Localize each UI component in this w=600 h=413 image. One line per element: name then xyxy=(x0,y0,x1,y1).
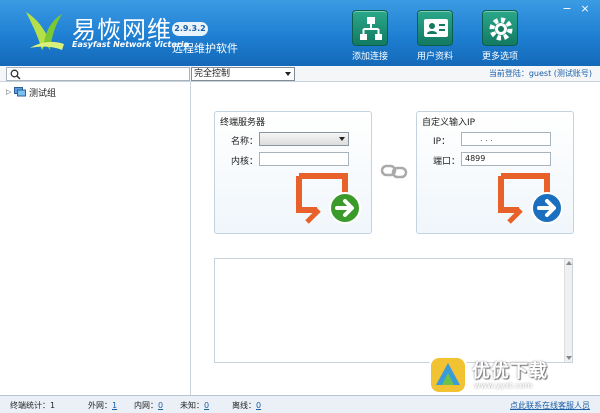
connect-terminal-button[interactable] xyxy=(293,170,367,230)
computer-group-icon xyxy=(14,87,26,97)
connect-custom-ip-button[interactable] xyxy=(495,170,569,230)
offline-count-value[interactable]: 0 xyxy=(256,401,261,410)
ip-address-input[interactable]: . . . xyxy=(461,132,551,146)
control-mode-value: 完全控制 xyxy=(194,69,231,79)
terminal-count-label: 终端统计： xyxy=(10,401,50,410)
custom-ip-panel: 自定义输入IP IP： . . . 端口： 4899 xyxy=(416,111,574,234)
server-name-select[interactable] xyxy=(259,132,349,146)
log-output-area[interactable] xyxy=(214,258,573,363)
add-connection-button[interactable]: 添加连接 xyxy=(344,10,396,64)
chevron-down-icon xyxy=(339,137,345,141)
contact-support-link[interactable]: 点此联系在线客服人员 xyxy=(510,400,590,411)
terminal-panel-title: 终端服务器 xyxy=(220,118,266,128)
port-value: 4899 xyxy=(465,154,486,163)
port-label: 端口： xyxy=(433,157,461,167)
ip-separators: . . . xyxy=(480,134,493,143)
user-profile-icon xyxy=(417,10,453,46)
chevron-down-icon xyxy=(285,72,291,76)
terminal-count: 终端统计：1 xyxy=(10,400,55,411)
group-tree-pane: ▷ 测试组 xyxy=(0,82,191,395)
control-mode-select[interactable]: 完全控制 xyxy=(191,67,295,81)
offline-count: 离线：0 xyxy=(232,400,261,411)
user-profile-label: 用户资料 xyxy=(416,52,453,62)
more-options-button[interactable]: 更多选项 xyxy=(474,10,526,64)
user-profile-button[interactable]: 用户资料 xyxy=(409,10,461,64)
tree-expander-icon[interactable]: ▷ xyxy=(6,88,14,96)
app-header: 易恢网维 Easyfast Network Victoria 2.9.3.2 远… xyxy=(0,0,600,66)
kernel-label: 内核： xyxy=(231,157,259,167)
watermark-logo-icon xyxy=(429,356,467,394)
unknown-count-value[interactable]: 0 xyxy=(204,401,209,410)
gear-icon xyxy=(482,10,518,46)
search-box[interactable] xyxy=(6,67,190,81)
custom-panel-title: 自定义输入IP xyxy=(422,118,476,128)
logo-icon xyxy=(26,12,64,50)
link-icon xyxy=(380,164,408,179)
wan-count-value[interactable]: 1 xyxy=(112,401,117,410)
ip-label: IP： xyxy=(433,137,451,147)
wan-count-label: 外网： xyxy=(88,401,112,410)
close-button[interactable]: × xyxy=(578,3,592,15)
offline-count-label: 离线： xyxy=(232,401,256,410)
version-badge: 2.9.3.2 xyxy=(172,22,208,36)
watermark-url: www.yyxt.com xyxy=(474,381,533,390)
watermark: 优优下载 www.yyxt.com xyxy=(428,355,588,395)
network-tree-icon xyxy=(352,10,388,46)
unknown-count: 未知：0 xyxy=(180,400,209,411)
status-bar: 终端统计：1 外网：1 内网：0 未知：0 离线：0 点此联系在线客服人员 xyxy=(0,395,600,413)
lan-count-label: 内网： xyxy=(134,401,158,410)
lan-count: 内网：0 xyxy=(134,400,163,411)
main-area: 终端服务器 名称： 内核： 自定义输入IP IP： . . . 端口： 4899 xyxy=(192,82,600,395)
lan-count-value[interactable]: 0 xyxy=(158,401,163,410)
watermark-text: 优优下载 xyxy=(472,361,548,382)
name-label: 名称： xyxy=(231,137,259,147)
tree-item-test-group[interactable]: ▷ 测试组 xyxy=(6,86,57,99)
tree-item-label: 测试组 xyxy=(29,88,57,99)
login-info: 当前登陆：guest (测试账号) xyxy=(488,69,592,78)
search-icon xyxy=(10,69,21,80)
scroll-up-icon[interactable] xyxy=(566,261,572,265)
terminal-server-panel: 终端服务器 名称： 内核： xyxy=(214,111,372,234)
port-input[interactable]: 4899 xyxy=(461,152,551,166)
wan-count: 外网：1 xyxy=(88,400,117,411)
add-connection-label: 添加连接 xyxy=(351,52,388,62)
more-options-label: 更多选项 xyxy=(481,52,518,62)
search-input[interactable] xyxy=(25,68,185,80)
minimize-button[interactable]: − xyxy=(560,3,574,15)
log-scrollbar[interactable] xyxy=(564,259,572,362)
kernel-field[interactable] xyxy=(259,152,349,166)
terminal-count-value: 1 xyxy=(50,401,56,410)
search-toolbar: 完全控制 当前登陆：guest (测试账号) xyxy=(0,66,600,82)
app-subtitle: 远程维护软件 xyxy=(172,42,238,55)
unknown-count-label: 未知： xyxy=(180,401,204,410)
